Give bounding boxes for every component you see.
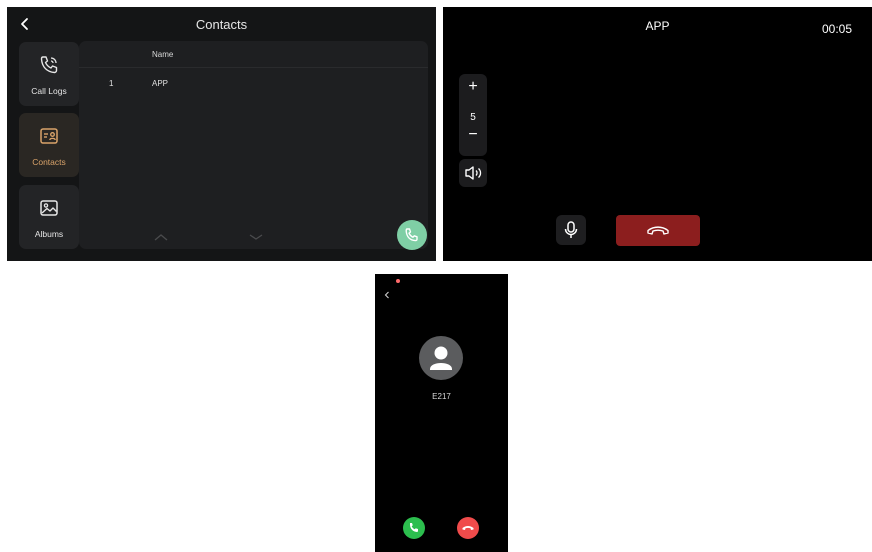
list-header: Name bbox=[79, 41, 428, 68]
volume-up-button[interactable]: + bbox=[459, 78, 487, 96]
row-index: 1 bbox=[109, 79, 114, 88]
decline-call-button[interactable] bbox=[457, 517, 479, 539]
row-name: APP bbox=[152, 79, 169, 88]
hang-up-icon bbox=[462, 525, 474, 530]
speaker-button[interactable] bbox=[459, 159, 487, 187]
sidebar-item-albums[interactable]: Albums bbox=[19, 185, 79, 249]
sidebar-item-label: Call Logs bbox=[31, 86, 67, 96]
hang-up-button[interactable] bbox=[616, 215, 700, 246]
mute-button[interactable] bbox=[556, 215, 586, 245]
back-icon[interactable] bbox=[382, 290, 392, 300]
avatar bbox=[419, 336, 463, 380]
volume-level: 5 bbox=[470, 112, 476, 123]
contacts-screen: Contacts Call Logs Contacts Albums Name … bbox=[7, 7, 436, 261]
caller-name: E217 bbox=[432, 392, 451, 401]
speaker-icon bbox=[465, 166, 482, 180]
page-title: Contacts bbox=[195, 17, 248, 32]
chevron-down-icon[interactable] bbox=[249, 233, 263, 241]
volume-down-button[interactable]: − bbox=[459, 126, 487, 144]
sidebar-item-contacts[interactable]: Contacts bbox=[19, 113, 79, 177]
column-header-name: Name bbox=[152, 50, 174, 59]
sidebar-item-label: Contacts bbox=[32, 157, 66, 167]
incoming-call-screen: E217 bbox=[375, 274, 508, 552]
list-item[interactable]: 1 APP bbox=[79, 79, 428, 95]
call-button[interactable] bbox=[397, 220, 427, 250]
call-logs-icon bbox=[38, 54, 60, 76]
phone-icon bbox=[405, 228, 418, 242]
hang-up-icon bbox=[647, 226, 669, 235]
chevron-up-icon[interactable] bbox=[154, 233, 168, 241]
contacts-icon bbox=[38, 125, 60, 147]
volume-control: + 5 − bbox=[459, 74, 487, 156]
contacts-list: Name 1 APP bbox=[79, 41, 428, 249]
sidebar-item-label: Albums bbox=[34, 229, 64, 239]
albums-icon bbox=[38, 197, 60, 219]
sidebar-item-call-logs[interactable]: Call Logs bbox=[19, 42, 79, 106]
call-timer: 00:05 bbox=[821, 22, 852, 36]
person-icon bbox=[430, 346, 452, 370]
microphone-icon bbox=[564, 221, 578, 238]
caller-name: APP bbox=[645, 19, 670, 33]
call-screen: APP 00:05 + 5 − bbox=[443, 7, 872, 261]
phone-icon bbox=[410, 523, 418, 532]
recording-indicator bbox=[396, 279, 400, 283]
accept-call-button[interactable] bbox=[403, 517, 425, 539]
